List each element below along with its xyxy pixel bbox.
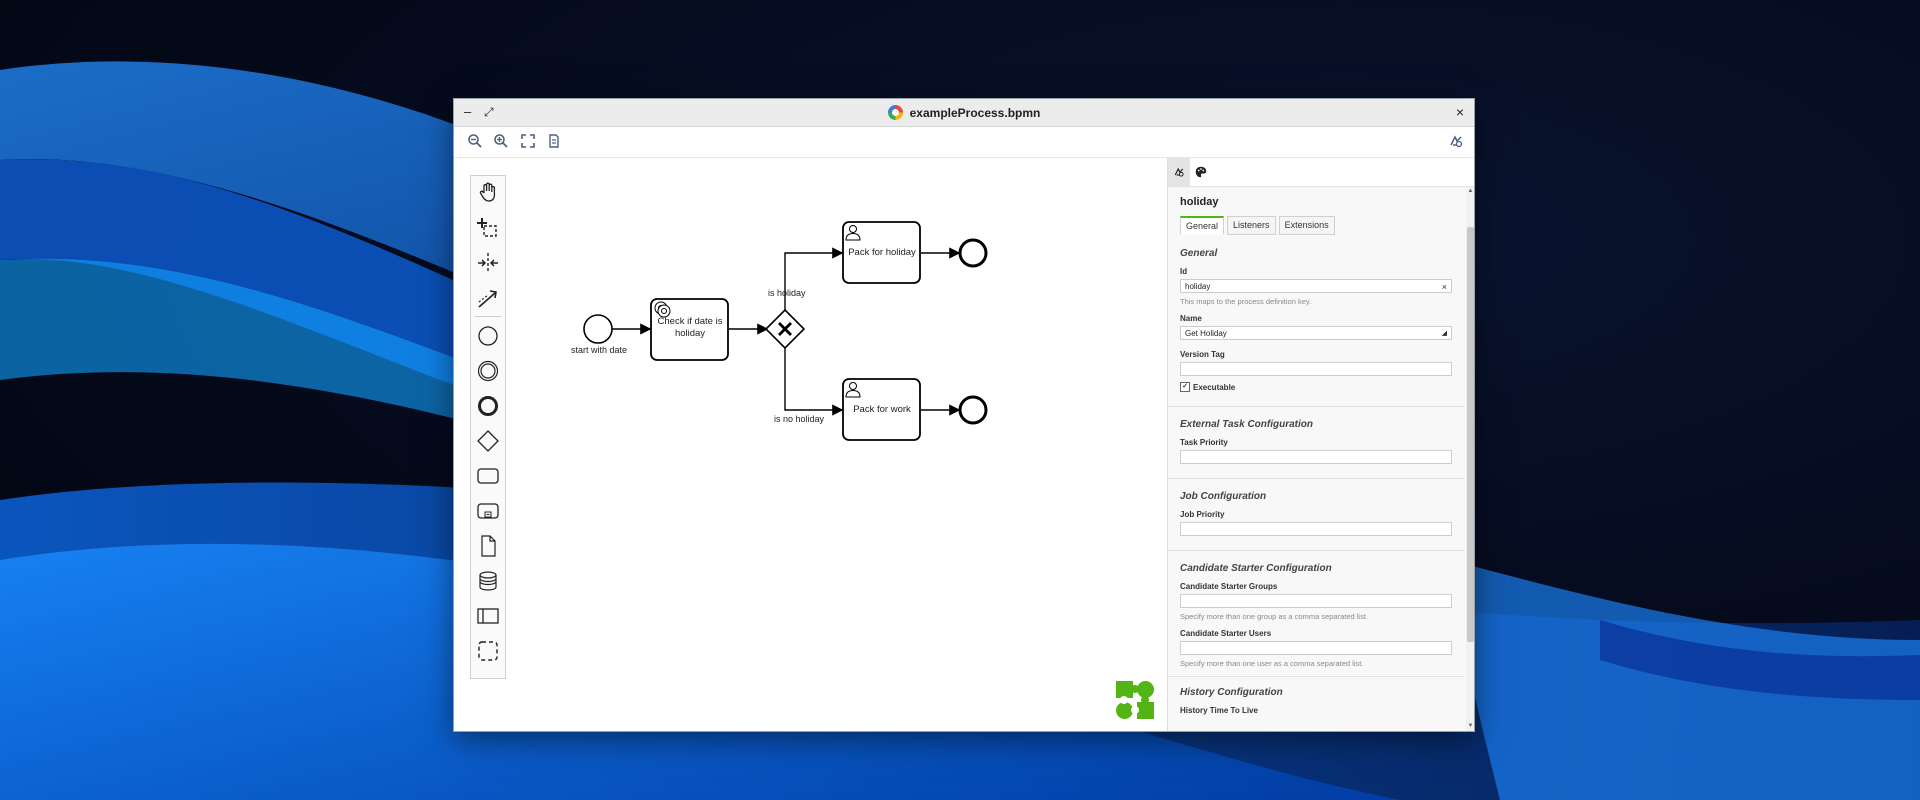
starter-groups-field[interactable] (1180, 594, 1452, 608)
task-check-label: Check if date is holiday (657, 316, 723, 339)
properties-panel: holiday General Listeners Extensions Gen… (1167, 158, 1474, 731)
minimize-button[interactable]: – (464, 103, 471, 121)
group-title-candidate-starter: Candidate Starter Configuration (1180, 563, 1332, 574)
starter-users-hint: Specify more than one user as a comma se… (1180, 659, 1364, 668)
zoom-out-icon[interactable] (467, 133, 483, 149)
end-event-work[interactable] (958, 395, 988, 425)
start-event-label: start with date (570, 345, 628, 355)
tab-listeners[interactable]: Listeners (1227, 216, 1276, 235)
name-label: Name (1180, 314, 1202, 323)
properties-tabs: General Listeners Extensions (1180, 216, 1335, 235)
id-hint: This maps to the process definition key. (1180, 297, 1312, 306)
id-field[interactable]: holiday × (1180, 279, 1452, 293)
task-priority-label: Task Priority (1180, 438, 1228, 447)
executable-label: Executable (1193, 382, 1236, 392)
palette-color-icon (1195, 166, 1207, 178)
id-field-value: holiday (1185, 282, 1211, 291)
diagram-canvas[interactable]: start with date Check if date is holiday… (454, 158, 1167, 731)
flow-holiday-label: is holiday (768, 288, 806, 298)
tab-general[interactable]: General (1180, 216, 1225, 235)
task-work-label: Pack for work (853, 404, 911, 415)
executable-row[interactable]: ✓ Executable (1180, 382, 1452, 392)
starter-groups-label: Candidate Starter Groups (1180, 582, 1278, 591)
export-file-icon[interactable] (546, 133, 562, 149)
color-tab[interactable] (1190, 158, 1212, 186)
sequence-flow-holiday[interactable] (784, 247, 844, 311)
close-button[interactable]: × (1456, 103, 1464, 121)
version-tag-field[interactable] (1180, 362, 1452, 376)
end-event-holiday[interactable] (958, 238, 988, 268)
window-title: exampleProcess.bpmn (454, 99, 1474, 126)
title-bar: exampleProcess.bpmn – ⤢ × (454, 99, 1474, 127)
starter-users-field[interactable] (1180, 641, 1452, 655)
camunda-properties-icon[interactable] (1448, 133, 1464, 149)
maximize-button[interactable]: ⤢ (484, 103, 494, 121)
tab-extensions[interactable]: Extensions (1278, 216, 1335, 235)
scroll-up-icon[interactable]: ▲ (1467, 188, 1474, 195)
section-divider (1168, 550, 1464, 551)
task-holiday-label: Pack for holiday (848, 247, 916, 258)
scroll-down-icon[interactable]: ▼ (1467, 723, 1474, 730)
window-title-text: exampleProcess.bpmn (909, 105, 1041, 120)
scrollbar[interactable]: ▲ ▼ (1466, 187, 1474, 731)
fit-view-icon[interactable] (520, 133, 536, 149)
section-divider (1168, 478, 1464, 479)
id-label: Id (1180, 267, 1188, 276)
name-field-value: Get Holiday (1185, 329, 1227, 338)
starter-users-label: Candidate Starter Users (1180, 629, 1272, 638)
properties-tab-bar (1168, 158, 1474, 187)
executable-checkbox[interactable]: ✓ (1180, 382, 1190, 392)
group-title-job: Job Configuration (1180, 491, 1267, 502)
properties-content: General Id holiday × This maps to the pr… (1168, 238, 1464, 718)
job-priority-field[interactable] (1180, 522, 1452, 536)
camunda-properties-icon (1174, 167, 1184, 177)
name-field[interactable]: Get Holiday ◢ (1180, 326, 1452, 340)
history-ttl-label: History Time To Live (1180, 706, 1258, 715)
version-tag-label: Version Tag (1180, 350, 1225, 359)
clear-icon[interactable]: × (1442, 280, 1447, 294)
start-event[interactable] (583, 314, 613, 344)
group-title-history: History Configuration (1180, 687, 1283, 698)
starter-groups-hint: Specify more than one group as a comma s… (1180, 612, 1369, 621)
app-window: exampleProcess.bpmn – ⤢ × start with dat… (454, 99, 1474, 731)
bpmn-io-logo-icon[interactable] (1114, 679, 1156, 721)
zoom-in-icon[interactable] (493, 133, 509, 149)
properties-tab[interactable] (1168, 158, 1190, 186)
resize-handle-icon[interactable]: ◢ (1442, 327, 1447, 341)
toolbar (454, 127, 1474, 158)
scrollbar-thumb[interactable] (1467, 227, 1474, 642)
section-divider (1168, 676, 1464, 677)
task-priority-field[interactable] (1180, 450, 1452, 464)
selected-element-name: holiday (1180, 196, 1219, 208)
app-logo-icon (887, 105, 903, 120)
group-title-external-task: External Task Configuration (1180, 419, 1313, 430)
bpmn-diagram (583, 221, 988, 441)
job-priority-label: Job Priority (1180, 510, 1225, 519)
group-title-general: General (1180, 248, 1218, 259)
sequence-flow-no-holiday[interactable] (784, 347, 844, 416)
flow-no-holiday-label: is no holiday (774, 414, 825, 424)
section-divider (1168, 406, 1464, 407)
